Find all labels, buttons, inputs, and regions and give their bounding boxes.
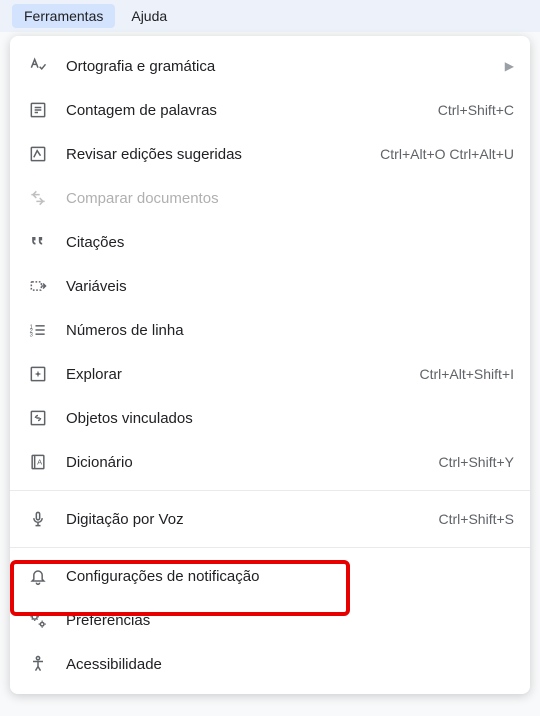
menu-label: Variáveis [66,278,514,295]
chevron-right-icon: ▶ [505,59,514,73]
linenumbers-icon: 123 [26,318,50,342]
menu-dictionary[interactable]: A Dicionário Ctrl+Shift+Y [10,440,530,484]
menu-divider [10,490,530,491]
bell-icon [26,564,50,588]
accessibility-icon [26,652,50,676]
dictionary-icon: A [26,450,50,474]
spellcheck-icon [26,54,50,78]
svg-text:A: A [37,458,42,467]
variables-icon [26,274,50,298]
menu-label: Configurações de notificação [66,568,514,585]
menu-spelling[interactable]: Ortografia e gramática ▶ [10,44,530,88]
menu-shortcut: Ctrl+Shift+S [439,511,514,527]
mic-icon [26,507,50,531]
menubar-help[interactable]: Ajuda [119,4,179,28]
menubar: Ferramentas Ajuda [0,0,540,32]
linked-icon [26,406,50,430]
menu-shortcut: Ctrl+Shift+Y [439,454,514,470]
explore-icon [26,362,50,386]
citations-icon [26,230,50,254]
menu-explore[interactable]: Explorar Ctrl+Alt+Shift+I [10,352,530,396]
menu-label: Explorar [66,366,419,383]
menu-review[interactable]: Revisar edições sugeridas Ctrl+Alt+O Ctr… [10,132,530,176]
menu-wordcount[interactable]: Contagem de palavras Ctrl+Shift+C [10,88,530,132]
menu-shortcut: Ctrl+Shift+C [438,102,514,118]
review-icon [26,142,50,166]
menu-preferences[interactable]: Preferências [10,598,530,642]
menu-linked[interactable]: Objetos vinculados [10,396,530,440]
menu-label: Citações [66,234,514,251]
wordcount-icon [26,98,50,122]
menu-shortcut: Ctrl+Alt+Shift+I [419,366,514,382]
menu-linenumbers[interactable]: 123 Números de linha [10,308,530,352]
menu-compare: Comparar documentos [10,176,530,220]
menu-citations[interactable]: Citações [10,220,530,264]
menu-divider [10,547,530,548]
menu-label: Contagem de palavras [66,102,438,119]
menu-label: Acessibilidade [66,656,514,673]
menu-notifications[interactable]: Configurações de notificação [10,554,530,598]
menu-label: Números de linha [66,322,514,339]
menu-label: Ortografia e gramática [66,58,497,75]
tools-dropdown: Ortografia e gramática ▶ Contagem de pal… [10,36,530,694]
menu-variables[interactable]: Variáveis [10,264,530,308]
preferences-icon [26,608,50,632]
menu-label: Dicionário [66,454,439,471]
svg-text:3: 3 [30,333,33,339]
menubar-tools[interactable]: Ferramentas [12,4,115,28]
menu-accessibility[interactable]: Acessibilidade [10,642,530,686]
menu-voice[interactable]: Digitação por Voz Ctrl+Shift+S [10,497,530,541]
menu-label: Objetos vinculados [66,410,514,427]
menu-label: Comparar documentos [66,190,514,207]
menu-label: Preferências [66,612,514,629]
compare-icon [26,186,50,210]
menu-label: Revisar edições sugeridas [66,146,380,163]
menu-label: Digitação por Voz [66,511,439,528]
menu-shortcut: Ctrl+Alt+O Ctrl+Alt+U [380,146,514,162]
